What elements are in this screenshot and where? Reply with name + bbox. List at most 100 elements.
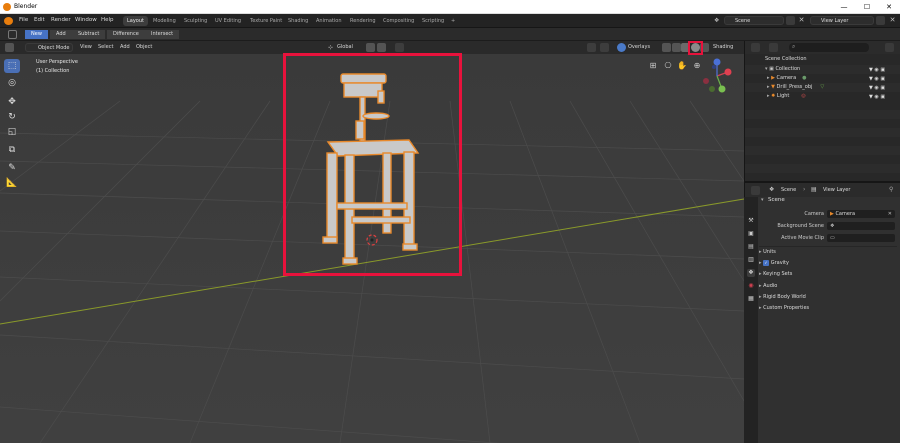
- divider: [759, 246, 897, 247]
- mode-difference-button[interactable]: Difference: [107, 30, 146, 39]
- properties-panel: ❖ Scene › ▤ View Layer ⚲: [744, 181, 900, 443]
- visibility-icon[interactable]: [587, 43, 596, 52]
- editor-type-icon[interactable]: [5, 43, 14, 52]
- highlight-box-object: [283, 53, 462, 276]
- output-tab-icon[interactable]: ▤: [747, 243, 755, 251]
- menu-window[interactable]: Window: [75, 17, 97, 23]
- tab-texture-paint[interactable]: Texture Paint: [246, 16, 286, 26]
- snap-icon[interactable]: [377, 43, 386, 52]
- select-box-tool-icon[interactable]: [8, 30, 17, 39]
- camera-view-icon[interactable]: ⎔: [663, 61, 673, 71]
- tab-uv-editing[interactable]: UV Editing: [211, 16, 245, 26]
- select-tool-icon[interactable]: ⬚: [4, 59, 20, 73]
- outliner-editor-type-icon[interactable]: [751, 43, 760, 52]
- proportional-editing-icon[interactable]: [395, 43, 404, 52]
- delete-scene-icon[interactable]: ✕: [797, 16, 806, 25]
- properties-editor-type-icon[interactable]: [751, 186, 760, 195]
- breadcrumb-arrow-icon: ›: [803, 186, 806, 193]
- annotate-tool-icon[interactable]: ✎: [4, 161, 20, 175]
- delete-view-layer-icon[interactable]: ✕: [888, 16, 897, 25]
- close-button[interactable]: ✕: [879, 2, 899, 12]
- properties-scene-label[interactable]: Scene: [781, 187, 796, 193]
- add-workspace-button[interactable]: +: [447, 16, 459, 26]
- tab-scripting[interactable]: Scripting: [418, 16, 448, 26]
- tab-layout[interactable]: Layout: [123, 16, 148, 26]
- tab-compositing[interactable]: Compositing: [379, 16, 418, 26]
- object-mode-dropdown[interactable]: Object Mode: [25, 43, 73, 52]
- filter-icon[interactable]: [885, 43, 894, 52]
- pin-icon[interactable]: ⚲: [889, 186, 893, 193]
- tab-sculpting[interactable]: Sculpting: [180, 16, 211, 26]
- menu-add[interactable]: Add: [120, 44, 130, 50]
- tab-rendering[interactable]: Rendering: [346, 16, 380, 26]
- menu-select[interactable]: Select: [98, 44, 113, 50]
- view-layer-selector[interactable]: View Layer: [810, 16, 874, 25]
- scene-section-title[interactable]: Scene: [768, 197, 785, 203]
- cursor-tool-icon[interactable]: ◎: [4, 76, 20, 90]
- rotate-tool-icon[interactable]: ↻: [4, 110, 20, 124]
- top-menu-bar: File Edit Render Window Help Layout Mode…: [0, 14, 900, 28]
- move-tool-icon[interactable]: ✥: [4, 95, 20, 109]
- mode-intersect-button[interactable]: Intersect: [145, 30, 181, 39]
- menu-edit[interactable]: Edit: [34, 17, 45, 23]
- camera-label: Camera: [804, 211, 824, 217]
- scene-selector[interactable]: Scene: [724, 16, 784, 25]
- shading-dropdown[interactable]: Shading: [713, 44, 733, 50]
- view-layer-tab-icon[interactable]: ▥: [747, 256, 755, 264]
- scene-tab-icon[interactable]: ❖: [747, 269, 755, 277]
- menu-view[interactable]: View: [80, 44, 92, 50]
- clear-field-icon[interactable]: ✕: [888, 210, 892, 218]
- section-gravity[interactable]: ▸ ✓ Gravity: [759, 260, 789, 266]
- section-custom-properties[interactable]: ▸ Custom Properties: [759, 305, 809, 311]
- menu-render[interactable]: Render: [51, 17, 71, 23]
- section-audio[interactable]: ▸ Audio: [759, 283, 777, 289]
- orientation-dropdown[interactable]: Global: [337, 44, 353, 50]
- transform-tool-icon[interactable]: ⧉: [4, 143, 20, 157]
- display-mode-icon[interactable]: [769, 43, 778, 52]
- tab-animation[interactable]: Animation: [312, 16, 346, 26]
- grid-view-icon[interactable]: ⊞: [648, 61, 658, 71]
- menu-object[interactable]: Object: [136, 44, 152, 50]
- maximize-button[interactable]: ☐: [857, 2, 877, 12]
- mode-subtract-button[interactable]: Subtract: [72, 30, 107, 39]
- pan-hand-icon[interactable]: ✋: [677, 61, 687, 71]
- mode-add-button[interactable]: Add: [50, 30, 73, 39]
- active-movie-clip-field[interactable]: ▭: [827, 234, 895, 242]
- wireframe-shading-icon[interactable]: [672, 43, 681, 52]
- zoom-icon[interactable]: ⊕: [692, 61, 702, 71]
- tool-tab-icon[interactable]: ⚒: [747, 217, 755, 225]
- texture-tab-icon[interactable]: ▦: [747, 295, 755, 303]
- section-keying-sets[interactable]: ▸ Keying Sets: [759, 271, 792, 277]
- section-rigid-body-world[interactable]: ▸ Rigid Body World: [759, 294, 806, 300]
- pivot-point-icon[interactable]: [366, 43, 375, 52]
- transform-orientation-icon: ⊹: [328, 44, 334, 51]
- scale-tool-icon[interactable]: ◱: [4, 125, 20, 139]
- tab-shading[interactable]: Shading: [284, 16, 312, 26]
- camera-field[interactable]: ▶ Camera ✕: [827, 210, 895, 218]
- world-tab-icon[interactable]: ◉: [747, 282, 755, 290]
- outliner-visibility-toggles[interactable]: ▼ ◉ ▣ ▼ ◉ ▣ ▼ ◉ ▣ ▼ ◉ ▣: [869, 66, 899, 102]
- tab-modeling[interactable]: Modeling: [149, 16, 180, 26]
- viewport-perspective-label: User Perspective: [36, 59, 78, 65]
- menu-help[interactable]: Help: [101, 17, 114, 23]
- background-scene-field[interactable]: ❖: [827, 222, 895, 230]
- outliner-row-scene-collection[interactable]: Scene Collection: [745, 55, 900, 64]
- xray-toggle-icon[interactable]: [662, 43, 671, 52]
- outliner-search-input[interactable]: ⌕: [789, 43, 869, 52]
- section-units[interactable]: ▸ Units: [759, 249, 776, 255]
- overlays-icon[interactable]: [617, 43, 626, 52]
- scene-section-arrow-icon[interactable]: ▾: [761, 197, 764, 203]
- new-view-layer-icon[interactable]: [876, 16, 885, 25]
- new-scene-icon[interactable]: [786, 16, 795, 25]
- overlays-dropdown[interactable]: Overlays: [628, 44, 650, 50]
- menu-file[interactable]: File: [19, 17, 28, 23]
- mode-new-button[interactable]: New: [25, 30, 49, 39]
- gravity-checkbox[interactable]: ✓: [763, 260, 770, 266]
- render-tab-icon[interactable]: ▣: [747, 230, 755, 238]
- scene-field-icon: ❖: [830, 223, 835, 229]
- gizmo-toggle-icon[interactable]: [600, 43, 609, 52]
- minimize-button[interactable]: —: [834, 2, 854, 12]
- properties-view-layer-label[interactable]: View Layer: [823, 187, 850, 193]
- measure-tool-icon[interactable]: 📐: [4, 176, 20, 190]
- blender-menu-icon[interactable]: [4, 17, 13, 25]
